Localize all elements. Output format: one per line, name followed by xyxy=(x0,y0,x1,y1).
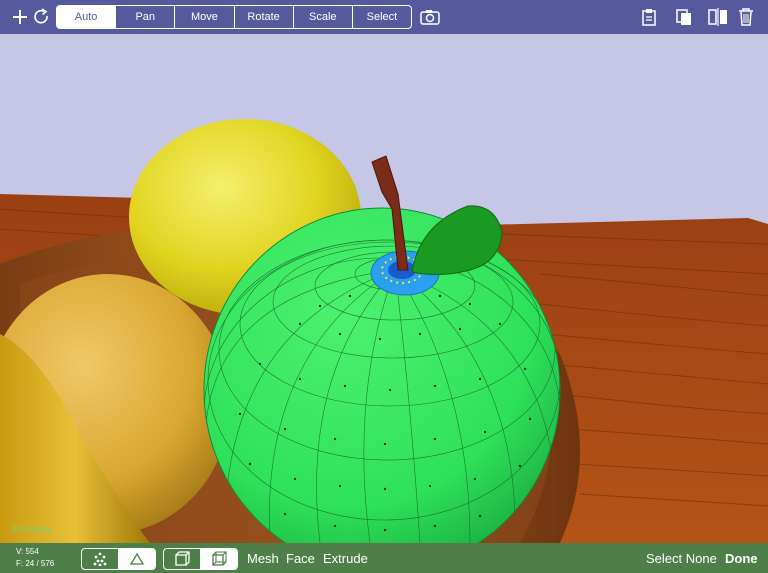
vertex-count: V: 554 xyxy=(16,547,39,556)
camera-icon[interactable] xyxy=(418,5,442,29)
top-toolbar: Auto Pan Move Rotate Scale Select xyxy=(0,0,768,34)
transform-mode-selector: Auto Pan Move Rotate Scale Select xyxy=(56,5,412,29)
cube-icon[interactable] xyxy=(164,549,200,569)
mode-move-button[interactable]: Move xyxy=(174,6,233,28)
select-none-button[interactable]: Select None xyxy=(646,551,717,566)
vertices-icon[interactable] xyxy=(82,549,118,569)
3d-viewport[interactable] xyxy=(0,34,768,543)
mirror-icon[interactable] xyxy=(706,5,730,29)
mode-auto-button[interactable]: Auto xyxy=(57,6,116,28)
mode-scale-button[interactable]: Scale xyxy=(292,6,352,28)
extrude-button[interactable]: Extrude xyxy=(323,551,368,566)
selection-mode-selector xyxy=(81,548,156,570)
redo-icon[interactable] xyxy=(30,5,54,29)
trash-icon[interactable] xyxy=(734,5,758,29)
scene-canvas[interactable] xyxy=(0,34,768,543)
face-count: F: 24 / 576 xyxy=(16,559,55,568)
mesh-button[interactable]: Mesh xyxy=(247,551,279,566)
mode-rotate-button[interactable]: Rotate xyxy=(233,6,293,28)
mode-select-button[interactable]: Select xyxy=(351,6,411,28)
view-mode-selector xyxy=(163,548,238,570)
cube-outline-icon[interactable] xyxy=(200,549,237,569)
duplicate-icon[interactable] xyxy=(672,5,696,29)
face-button[interactable]: Face xyxy=(286,551,315,566)
bottom-toolbar: V: 554 F: 24 / 576 Mesh Face Extrude Sel… xyxy=(0,543,768,573)
mode-pan-button[interactable]: Pan xyxy=(115,6,174,28)
plus-icon[interactable] xyxy=(8,5,32,29)
clipboard-icon[interactable] xyxy=(637,5,661,29)
done-button[interactable]: Done xyxy=(725,551,758,566)
triangle-icon[interactable] xyxy=(118,549,155,569)
edit-mode-label: Edit Mode xyxy=(12,524,53,534)
